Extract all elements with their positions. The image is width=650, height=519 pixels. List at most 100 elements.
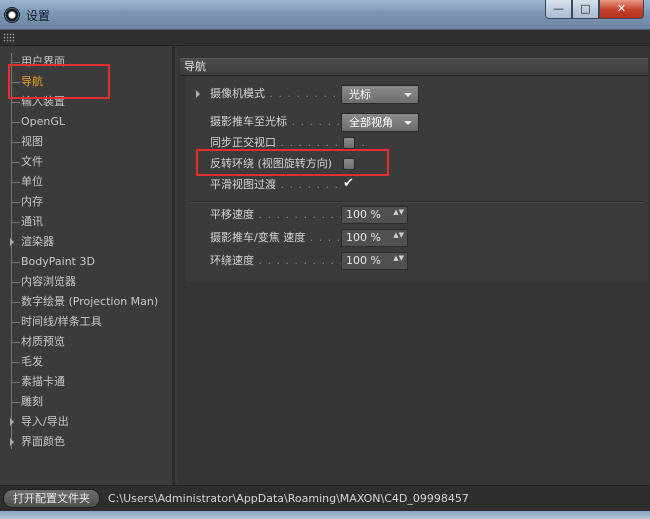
- sidebar-item-interface-colors[interactable]: 界面颜色: [0, 432, 172, 452]
- sidebar-item-label: 内容浏览器: [21, 275, 76, 288]
- sidebar-item-label: OpenGL: [21, 115, 66, 128]
- open-config-folder-button[interactable]: 打开配置文件夹: [3, 489, 100, 508]
- dolly-to-cursor-label: 摄影推车至光标: [210, 115, 287, 128]
- tree-tick: [11, 382, 20, 383]
- footer-bar: 打开配置文件夹 C:\Users\Administrator\AppData\R…: [0, 485, 650, 511]
- camera-mode-row: 摄像机模式 . . . . . . . . . 光标: [186, 84, 648, 104]
- tree-tick: [11, 402, 20, 403]
- tree-tick: [11, 162, 20, 163]
- sidebar-item-label: 导入/导出: [21, 415, 69, 428]
- tree-tick: [11, 222, 20, 223]
- tree-tick: [11, 342, 20, 343]
- dolly-zoom-speed-label-wrap: 摄影推车/变焦 速度 . . . .: [210, 228, 341, 248]
- sidebar-item-bodypaint[interactable]: BodyPaint 3D: [0, 252, 172, 272]
- orbit-speed-label: 环绕速度: [210, 254, 254, 267]
- expand-arrow-icon[interactable]: [10, 438, 14, 446]
- sidebar-item-communication[interactable]: 通讯: [0, 212, 172, 232]
- navigation-options-group: 摄像机模式 . . . . . . . . . 光标 摄影推车至光标 . . .…: [186, 77, 648, 282]
- camera-mode-dropdown[interactable]: 光标: [341, 85, 419, 104]
- sidebar-item-projection-man[interactable]: 数字绘景 (Projection Man): [0, 292, 172, 312]
- camera-mode-label: 摄像机模式: [210, 87, 265, 100]
- sidebar-item-import-export[interactable]: 导入/导出: [0, 412, 172, 432]
- grip-handle-icon[interactable]: [3, 33, 15, 43]
- minimize-button[interactable]: —: [545, 0, 572, 19]
- dolly-to-cursor-value: 全部视角: [349, 116, 393, 129]
- sidebar-item-timeline-spline[interactable]: 时间线/样条工具: [0, 312, 172, 332]
- sidebar-item-units[interactable]: 单位: [0, 172, 172, 192]
- leader-dots: . . . . . . . . .: [265, 87, 346, 100]
- sidebar-item-viewport[interactable]: 视图: [0, 132, 172, 152]
- sync-ortho-checkbox[interactable]: [343, 137, 355, 149]
- tree-tick: [11, 262, 20, 263]
- sidebar-item-opengl[interactable]: OpenGL: [0, 112, 172, 132]
- dolly-to-cursor-row: 摄影推车至光标 . . . . . . . 全部视角: [186, 112, 648, 132]
- sidebar-item-label: 毛发: [21, 355, 43, 368]
- close-button[interactable]: ✕: [599, 0, 644, 19]
- expand-arrow-icon[interactable]: [196, 90, 200, 98]
- title-bar: 设置 — □ ✕: [0, 0, 650, 30]
- highlight-box-reverse-orbit: [196, 149, 389, 176]
- sidebar-item-label: BodyPaint 3D: [21, 255, 95, 268]
- tree-tick: [11, 142, 20, 143]
- spinner-arrows-icon[interactable]: ▲▼: [393, 232, 404, 239]
- sidebar-item-renderer[interactable]: 渲染器: [0, 232, 172, 252]
- group-separator: [190, 201, 644, 203]
- checkmark-icon[interactable]: ✔: [343, 176, 354, 192]
- tree-tick: [11, 122, 20, 123]
- tree-tick: [11, 302, 20, 303]
- section-title: 导航: [180, 58, 648, 76]
- dolly-to-cursor-label-wrap: 摄影推车至光标 . . . . . . .: [210, 112, 350, 132]
- pan-speed-row: 平移速度 . . . . . . . . . . . . . . 100 % ▲…: [186, 205, 648, 225]
- tree-tick: [11, 62, 20, 63]
- sidebar-item-memory[interactable]: 内存: [0, 192, 172, 212]
- tree-tick: [11, 282, 20, 283]
- pan-speed-value: 100 %: [346, 208, 381, 221]
- dolly-zoom-speed-row: 摄影推车/变焦 速度 . . . . 100 % ▲▼: [186, 228, 648, 248]
- pan-speed-label: 平移速度: [210, 208, 254, 221]
- sidebar-item-label: 材质预览: [21, 335, 65, 348]
- navigation-settings-panel: 导航 摄像机模式 . . . . . . . . . 光标 摄影推车至光标 . …: [178, 47, 650, 485]
- sidebar-item-label: 单位: [21, 175, 43, 188]
- tree-tick: [11, 362, 20, 363]
- sidebar-item-label: 数字绘景 (Projection Man): [21, 295, 159, 308]
- sidebar-item-content-browser[interactable]: 内容浏览器: [0, 272, 172, 292]
- sidebar-item-label: 素描卡通: [21, 375, 65, 388]
- dolly-zoom-speed-value: 100 %: [346, 231, 381, 244]
- expand-arrow-icon[interactable]: [10, 238, 14, 246]
- chevron-down-icon: [404, 121, 412, 125]
- orbit-speed-row: 环绕速度 . . . . . . . . . . . . . . 100 % ▲…: [186, 251, 648, 271]
- maximize-button[interactable]: □: [572, 0, 599, 19]
- orbit-speed-field[interactable]: 100 % ▲▼: [341, 252, 408, 270]
- sidebar-item-label: 时间线/样条工具: [21, 315, 102, 328]
- spinner-arrows-icon[interactable]: ▲▼: [393, 209, 404, 216]
- sidebar-item-sculpting[interactable]: 雕刻: [0, 392, 172, 412]
- sidebar-item-label: 内存: [21, 195, 43, 208]
- smooth-transition-label: 平滑视图过渡: [210, 178, 276, 191]
- sidebar-item-hair[interactable]: 毛发: [0, 352, 172, 372]
- sidebar-item-label: 视图: [21, 135, 43, 148]
- sidebar-item-material-preview[interactable]: 材质预览: [0, 332, 172, 352]
- expand-arrow-icon[interactable]: [10, 418, 14, 426]
- config-path: C:\Users\Administrator\AppData\Roaming\M…: [108, 492, 469, 505]
- sidebar-item-label: 雕刻: [21, 395, 43, 408]
- leader-dots: . . . . . . .: [276, 178, 339, 191]
- sync-ortho-label: 同步正交视口: [210, 136, 276, 149]
- orbit-speed-value: 100 %: [346, 254, 381, 267]
- pan-speed-field[interactable]: 100 % ▲▼: [341, 206, 408, 224]
- tree-tick: [11, 182, 20, 183]
- sidebar-item-files[interactable]: 文件: [0, 152, 172, 172]
- sidebar-item-sketch-toon[interactable]: 素描卡通: [0, 372, 172, 392]
- cinema4d-app-icon: [4, 7, 20, 23]
- dolly-to-cursor-dropdown[interactable]: 全部视角: [341, 113, 419, 132]
- leader-dots: . . . .: [305, 231, 342, 244]
- smooth-transition-row: 平滑视图过渡 . . . . . . . ✔: [186, 175, 648, 195]
- sidebar-item-label: 文件: [21, 155, 43, 168]
- chevron-down-icon: [404, 93, 412, 97]
- tree-tick: [11, 322, 20, 323]
- spinner-arrows-icon[interactable]: ▲▼: [393, 255, 404, 262]
- dolly-zoom-speed-field[interactable]: 100 % ▲▼: [341, 229, 408, 247]
- camera-mode-value: 光标: [349, 88, 371, 101]
- window-controls: — □ ✕: [545, 0, 644, 19]
- smooth-transition-label-wrap: 平滑视图过渡 . . . . . . .: [210, 175, 339, 195]
- tree-tick: [11, 102, 20, 103]
